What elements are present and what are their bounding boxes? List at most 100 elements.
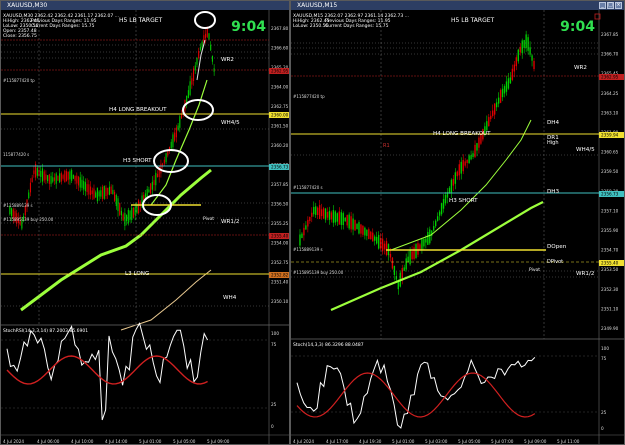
- candle-body: [156, 173, 159, 178]
- candle-body: [210, 44, 212, 51]
- osc-tick: 0: [601, 426, 604, 431]
- candle-body: [79, 177, 81, 188]
- candle-body: [415, 244, 417, 258]
- candle-body: [340, 212, 342, 225]
- candle-body: [458, 164, 460, 176]
- candle-body: [36, 167, 38, 176]
- candle-body: [114, 191, 116, 201]
- candle-body: [69, 171, 71, 180]
- m15-chart-canvas[interactable]: XAUUSD,M15 2362.07 2362.97 2361.14 2362.…: [291, 10, 625, 445]
- window-titlebar[interactable]: XAUUSD,M30: [1, 1, 289, 10]
- close-icon[interactable]: ×: [615, 2, 622, 9]
- candle-body: [370, 231, 372, 240]
- candle-body: [501, 88, 504, 98]
- candle-body: [299, 234, 301, 246]
- label-high: High: [547, 140, 559, 146]
- candle-body: [124, 212, 126, 227]
- candle-body: [132, 207, 135, 218]
- time-tick: 4 Jul 19:30: [359, 439, 382, 444]
- candle-body: [462, 159, 464, 172]
- candle-body: [466, 159, 468, 163]
- minimize-icon[interactable]: _: [599, 2, 606, 9]
- candle-body: [444, 194, 447, 204]
- label-r1: R1: [383, 143, 390, 149]
- candle-body: [338, 211, 340, 225]
- candle-body: [533, 60, 535, 70]
- candle-body: [322, 208, 325, 219]
- candle-body: [205, 33, 207, 39]
- candle-body: [411, 251, 413, 260]
- label-dpivot: DPivot: [547, 259, 563, 265]
- candle-body: [208, 33, 210, 40]
- label-dopen: DOpen: [547, 244, 567, 250]
- label-h5-target: H5 LB TARGET: [451, 17, 495, 24]
- candle-body: [507, 78, 510, 89]
- label-dh4: DH4: [547, 120, 560, 126]
- price-axis: [269, 10, 289, 444]
- candle-body: [55, 173, 57, 184]
- m30-chart-canvas[interactable]: XAUUSD,M30 2362.42 2362.42 2361.17 2362.…: [1, 10, 290, 445]
- candle-body: [155, 172, 157, 186]
- price-tick: 2360.65: [601, 150, 619, 155]
- chart-window-m30[interactable]: XAUUSD,M30 XAUUSD,M30 2362.42 2362.42 23…: [0, 0, 290, 445]
- candle-body: [497, 97, 500, 104]
- candle-body: [122, 214, 124, 221]
- price-tag-text: 2355.40: [601, 261, 619, 266]
- candle-body: [454, 172, 457, 184]
- price-tick: 2363.10: [601, 110, 619, 115]
- candle-body: [150, 183, 152, 194]
- candle-body: [172, 134, 174, 148]
- candle-body: [301, 233, 303, 238]
- price-tick: 2364.00: [271, 85, 289, 90]
- candle-body: [131, 207, 133, 220]
- candle-body: [313, 206, 315, 215]
- candle-body: [419, 244, 421, 250]
- price-tag-text: 2362.95: [271, 69, 289, 74]
- annotation-circle: [182, 99, 214, 121]
- candle-body: [163, 159, 165, 164]
- candle-body: [86, 184, 88, 192]
- candle-body: [356, 224, 358, 230]
- candle-body: [499, 90, 502, 103]
- info-curr-range: Current Days Ranges: 15.75: [325, 23, 389, 29]
- candle-body: [311, 212, 313, 217]
- chart-window-m15[interactable]: XAUUSD,M15 _ □ × XAUUSD,M15 2362.07 2362…: [290, 0, 625, 445]
- price-tick: 2353.50: [601, 267, 619, 272]
- candle-body: [108, 186, 110, 195]
- label-pivot: Pivot: [529, 267, 540, 273]
- candle-body: [77, 176, 80, 186]
- candle-body: [102, 186, 104, 199]
- candle-body: [324, 208, 327, 220]
- candle-body: [409, 250, 411, 265]
- order-note: #115895139 buy 250.00: [293, 270, 344, 275]
- candle-body: [527, 37, 529, 51]
- candle-body: [88, 184, 90, 195]
- candle-body: [91, 190, 93, 195]
- label-wr12: WR1/2: [221, 219, 239, 225]
- candle-body: [64, 170, 66, 183]
- price-tag-text: 2360.00: [271, 113, 289, 118]
- annotation-circle: [153, 149, 189, 173]
- oscillator-signal: [296, 372, 536, 418]
- price-tick: 2357.10: [601, 208, 619, 213]
- candle-body: [407, 256, 409, 263]
- candle-body: [115, 194, 117, 207]
- candle-body: [165, 153, 167, 163]
- candle-body: [40, 170, 42, 177]
- candle-body: [531, 55, 533, 61]
- maximize-icon[interactable]: □: [607, 2, 614, 9]
- candle-body: [332, 210, 335, 223]
- price-tick: 2361.50: [271, 124, 289, 129]
- candle-body: [525, 34, 527, 48]
- candle-body: [509, 77, 512, 84]
- info-close: Close: 2356.75: [3, 33, 37, 39]
- candle-body: [187, 90, 189, 98]
- candle-body: [105, 187, 107, 197]
- candle-body: [494, 103, 496, 115]
- candle-body: [129, 210, 131, 220]
- price-tick: 2355.90: [601, 228, 619, 233]
- candle-body: [495, 102, 498, 108]
- time-tick: 4 Jul 14:00: [105, 439, 128, 444]
- window-titlebar[interactable]: XAUUSD,M15 _ □ ×: [291, 1, 624, 10]
- candle-body: [330, 212, 333, 220]
